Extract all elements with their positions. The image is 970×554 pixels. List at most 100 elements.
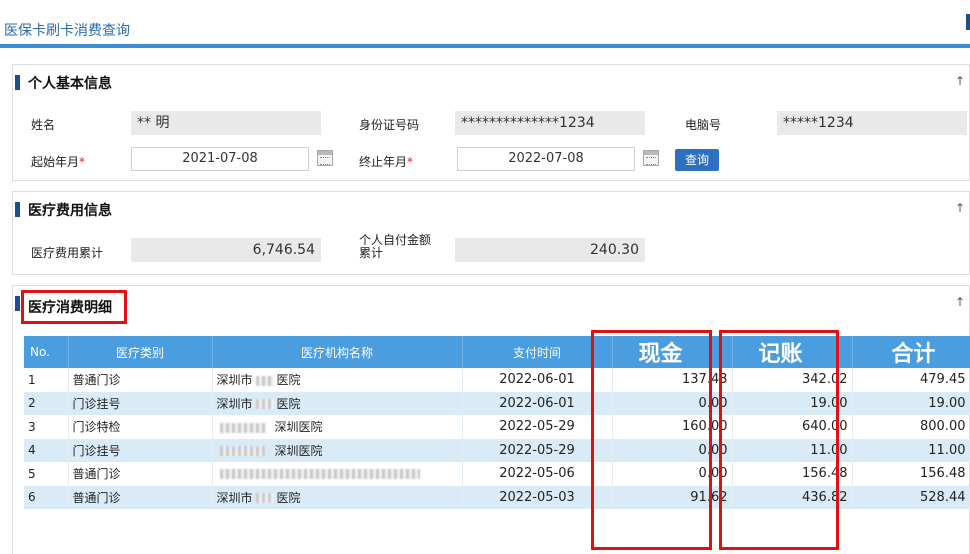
cell-cash: 160.00	[612, 415, 733, 439]
cell-type: 门诊挂号	[68, 391, 213, 415]
panel-accent-bar	[15, 202, 20, 217]
cell-total: 11.00	[852, 438, 970, 462]
redacted-mark	[255, 399, 274, 410]
org-name-prefix: 深圳市	[216, 396, 253, 411]
col-total: 合计	[852, 336, 970, 368]
col-org: 医疗机构名称	[212, 336, 463, 368]
panel-header: 医疗消费明细 ↑	[13, 286, 969, 318]
redacted-mark	[219, 469, 420, 480]
start-date-input[interactable]: 2021-07-08	[131, 147, 309, 171]
calendar-icon[interactable]	[317, 150, 333, 166]
pc-label: 电脑号	[685, 118, 722, 132]
cell-total: 156.48	[852, 462, 970, 486]
panel-header: 个人基本信息 ↑	[13, 65, 969, 97]
cell-total: 19.00	[852, 391, 970, 415]
cell-account: 11.00	[732, 438, 853, 462]
col-no: No.	[24, 336, 69, 368]
total-cost-field: 6,746.54	[131, 238, 321, 262]
cell-no: 4	[24, 438, 69, 462]
cell-no: 1	[24, 368, 69, 392]
cell-cash: 0.00	[612, 462, 733, 486]
org-name-suffix: 深圳医院	[274, 443, 323, 458]
redacted-mark	[219, 422, 266, 433]
panel-accent-bar	[15, 296, 20, 311]
cell-date: 2022-05-06	[462, 462, 613, 486]
cell-cash: 91.62	[612, 485, 733, 509]
redacted-mark	[219, 446, 266, 457]
end-label: 终止年月*	[359, 155, 414, 169]
top-bar: 医保卡刷卡消费查询	[0, 0, 970, 48]
panel-header: 医疗费用信息 ↑	[13, 192, 969, 224]
redacted-mark	[255, 493, 274, 504]
cell-no: 6	[24, 485, 69, 509]
id-label: 身份证号码	[359, 118, 420, 132]
detail-table: No. 医疗类别 医疗机构名称 支付时间 现金 记账 合计 1 普通门诊 深圳市 医院…	[24, 336, 970, 509]
pc-field: *****1234	[777, 111, 967, 135]
col-type: 医疗类别	[68, 336, 213, 368]
cell-cash: 0.00	[612, 438, 733, 462]
col-account: 记账	[732, 336, 853, 368]
name-label: 姓名	[31, 118, 56, 132]
org-name-suffix: 医院	[276, 396, 301, 411]
cell-total: 800.00	[852, 415, 970, 439]
cell-org: 深圳医院	[212, 438, 463, 462]
cell-account: 156.48	[732, 462, 853, 486]
panel-title: 医疗消费明细	[28, 300, 112, 316]
panel-accent-bar	[15, 75, 20, 90]
cell-date: 2022-06-01	[462, 368, 613, 392]
cell-account: 640.00	[732, 415, 853, 439]
org-name-suffix: 医院	[276, 490, 301, 505]
col-cash: 现金	[612, 336, 733, 368]
cell-org: 深圳市 医院	[212, 368, 463, 392]
self-pay-label: 个人自付金额 累计	[359, 233, 432, 260]
required-mark: *	[79, 155, 86, 169]
cell-type: 门诊特检	[68, 415, 213, 439]
collapse-arrow-icon[interactable]: ↑	[955, 74, 965, 88]
cell-org: 深圳市 医院	[212, 485, 463, 509]
cell-type: 普通门诊	[68, 485, 213, 509]
table-row[interactable]: 4 门诊挂号 深圳医院 2022-05-29 0.00 11.00 11.00	[24, 438, 970, 462]
table-row[interactable]: 2 门诊挂号 深圳市 医院 2022-06-01 0.00 19.00 19.00	[24, 391, 970, 415]
cell-type: 普通门诊	[68, 462, 213, 486]
cell-account: 436.82	[732, 485, 853, 509]
redacted-mark	[255, 375, 274, 386]
table-row[interactable]: 1 普通门诊 深圳市 医院 2022-06-01 137.43 342.02 479.45	[24, 368, 970, 392]
cell-cash: 0.00	[612, 391, 733, 415]
table-row[interactable]: 6 普通门诊 深圳市 医院 2022-05-03 91.62 436.82 528.44	[24, 485, 970, 509]
required-mark: *	[407, 155, 414, 169]
medical-cost-panel: 医疗费用信息 ↑ 医疗费用累计 6,746.54 个人自付金额 累计 240.3…	[12, 191, 970, 275]
table-header-row: No. 医疗类别 医疗机构名称 支付时间 现金 记账 合计	[24, 336, 970, 368]
cell-date: 2022-06-01	[462, 391, 613, 415]
cell-account: 19.00	[732, 391, 853, 415]
id-field: **************1234	[455, 111, 645, 135]
org-name-prefix: 深圳市	[216, 490, 253, 505]
cell-cash: 137.43	[612, 368, 733, 392]
cell-type: 普通门诊	[68, 368, 213, 392]
collapse-arrow-icon[interactable]: ↑	[955, 295, 965, 309]
collapse-arrow-icon[interactable]: ↑	[955, 201, 965, 215]
cell-org	[212, 462, 463, 486]
org-name-suffix: 深圳医院	[274, 420, 323, 435]
cell-account: 342.02	[732, 368, 853, 392]
cell-no: 3	[24, 415, 69, 439]
page-title: 医保卡刷卡消费查询	[4, 23, 130, 39]
cell-total: 528.44	[852, 485, 970, 509]
corner-mark	[966, 14, 970, 30]
personal-info-panel: 个人基本信息 ↑ 姓名 ** 明 身份证号码 **************123…	[12, 64, 970, 181]
calendar-icon[interactable]	[643, 150, 659, 166]
cell-total: 479.45	[852, 368, 970, 392]
cell-type: 门诊挂号	[68, 438, 213, 462]
start-label: 起始年月*	[31, 155, 86, 169]
table-row[interactable]: 5 普通门诊 2022-05-06 0.00 156.48 156.48	[24, 462, 970, 486]
table-row[interactable]: 3 门诊特检 深圳医院 2022-05-29 160.00 640.00 800.00	[24, 415, 970, 439]
query-button[interactable]: 查询	[675, 149, 720, 171]
cell-no: 2	[24, 391, 69, 415]
panel-title: 个人基本信息	[28, 76, 112, 92]
cell-date: 2022-05-29	[462, 438, 613, 462]
panel-title: 医疗费用信息	[28, 203, 112, 219]
top-divider	[0, 44, 970, 48]
cell-org: 深圳医院	[212, 415, 463, 439]
name-field: ** 明	[131, 111, 321, 135]
end-date-input[interactable]: 2022-07-08	[457, 147, 635, 171]
col-date: 支付时间	[462, 336, 613, 368]
